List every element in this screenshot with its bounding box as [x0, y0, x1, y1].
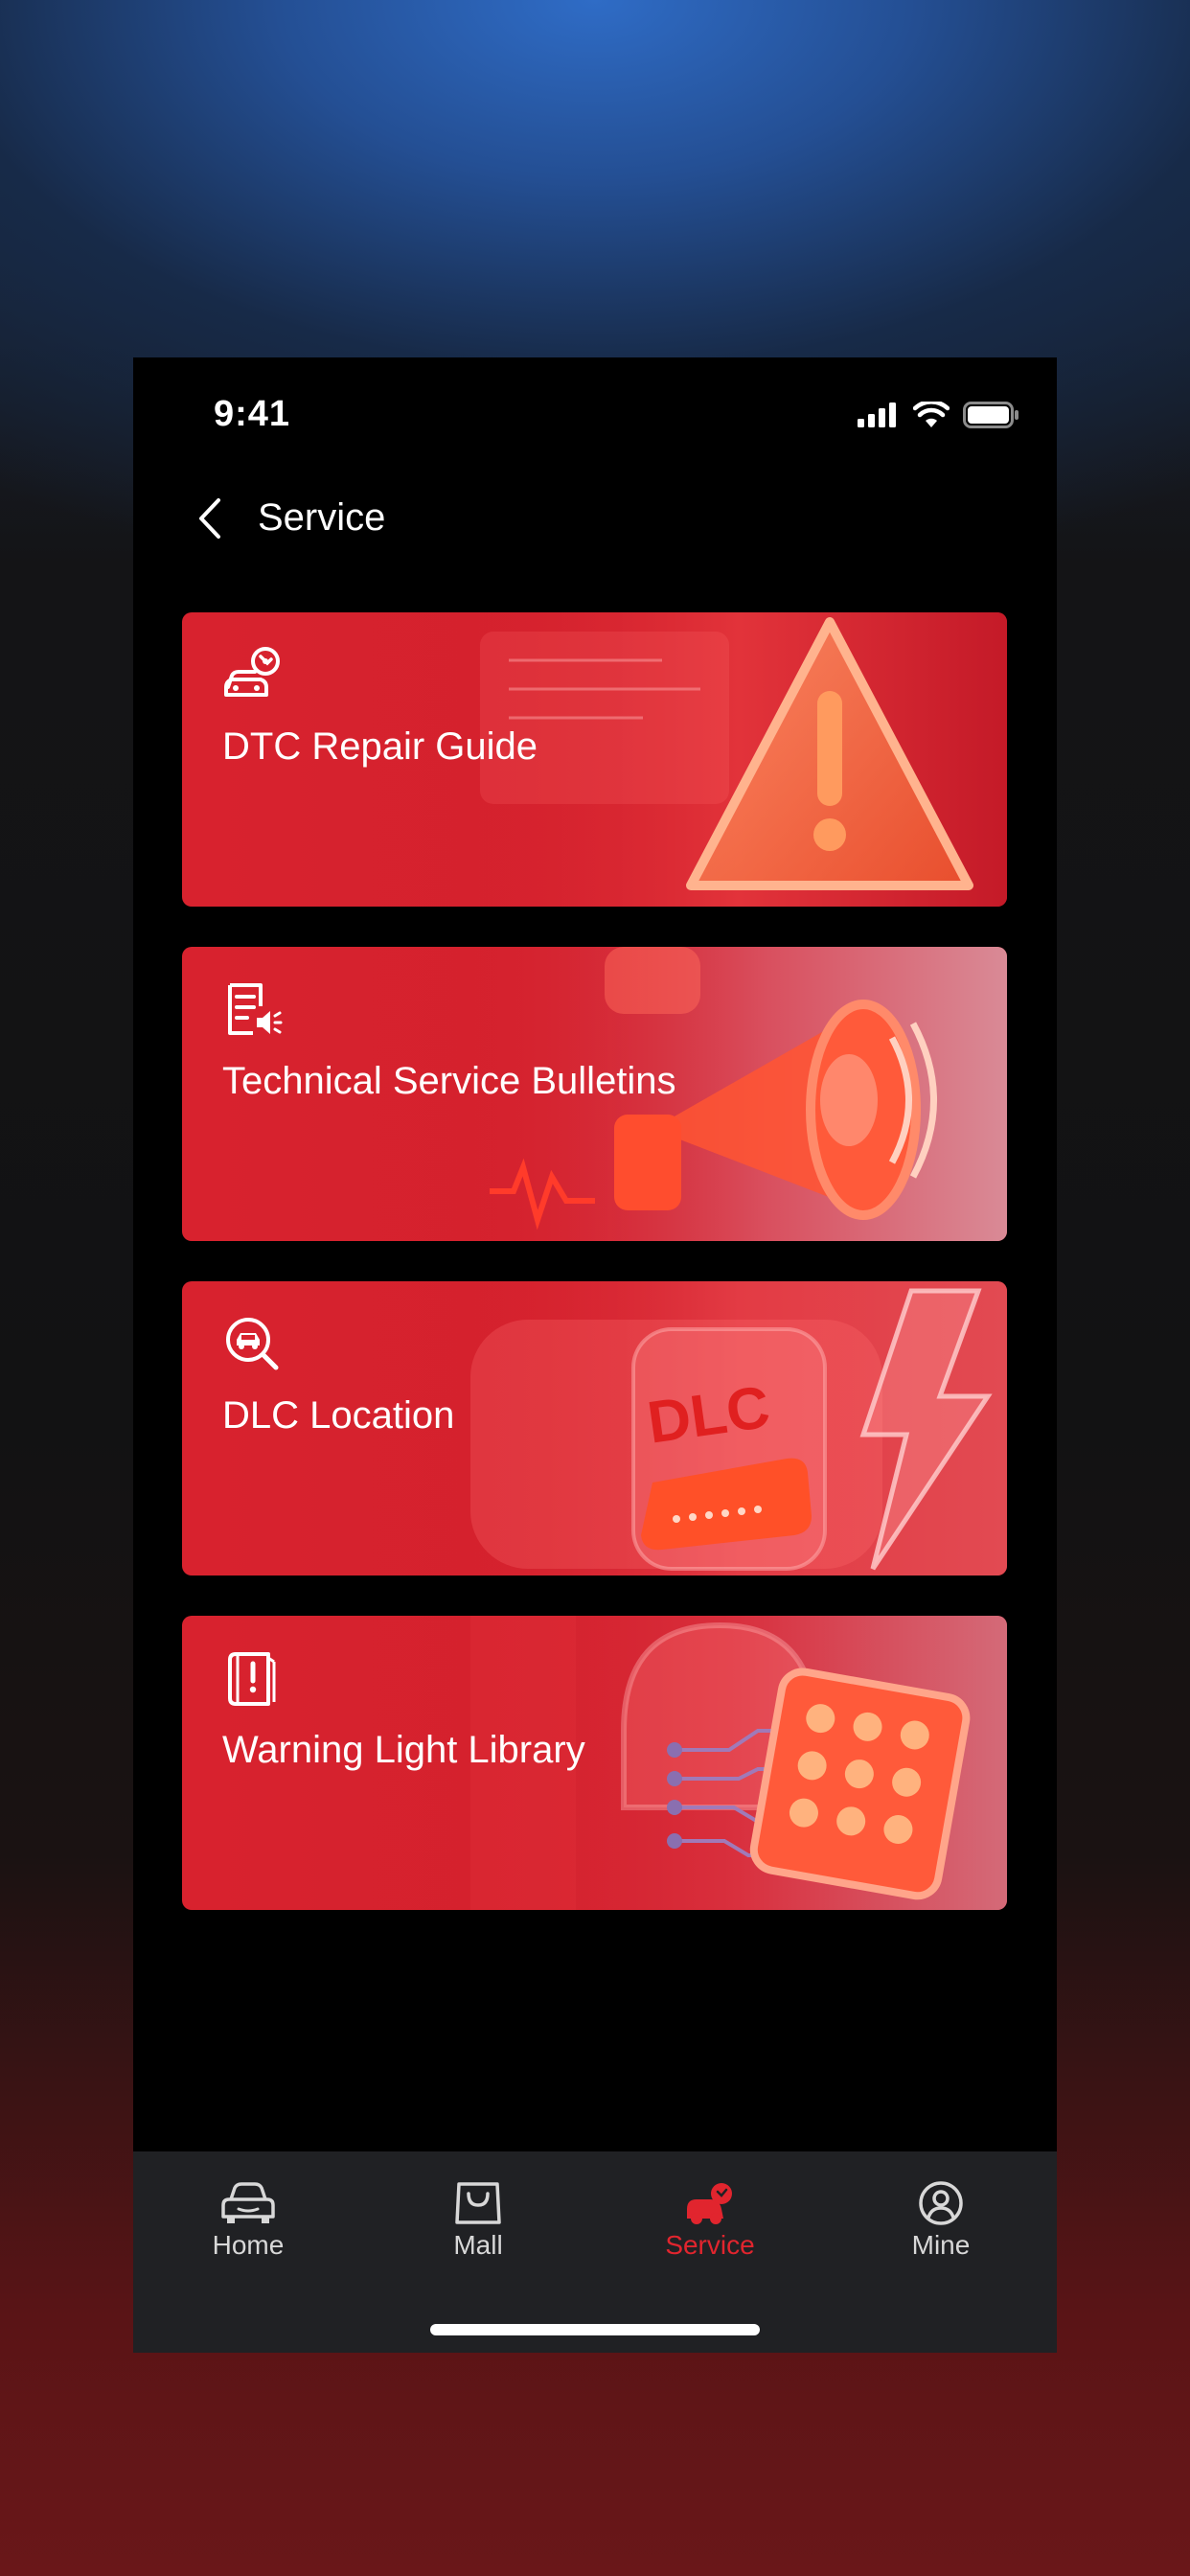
user-icon: [919, 2181, 963, 2225]
page-title: Service: [258, 496, 386, 539]
card-technical-service-bulletins[interactable]: Technical Service Bulletins: [182, 947, 1007, 1241]
back-button[interactable]: [189, 490, 231, 547]
tab-bar: Home Mall Service Mine: [133, 2151, 1057, 2353]
chevron-left-icon: [199, 498, 220, 539]
tab-service[interactable]: Service: [614, 2180, 806, 2286]
warning-triangle-illustration: [470, 612, 1007, 907]
phone-screen: 9:41 Service DTC Repair Guide Technical …: [133, 357, 1057, 2353]
wifi-icon: [913, 402, 950, 427]
tab-mine[interactable]: Mine: [845, 2180, 1037, 2286]
card-warning-light-library[interactable]: Warning Light Library: [182, 1616, 1007, 1910]
tab-label: Service: [665, 2230, 755, 2260]
status-icons: [858, 402, 1020, 428]
tab-home[interactable]: Home: [152, 2180, 344, 2286]
warning-book-icon: [228, 1652, 276, 1706]
battery-icon: [963, 402, 1018, 428]
search-car-icon: [226, 1318, 279, 1370]
service-icon: [687, 2183, 732, 2224]
card-title: Warning Light Library: [222, 1729, 585, 1771]
shopping-bag-icon: [455, 2182, 501, 2224]
card-title: DTC Repair Guide: [222, 725, 538, 768]
card-dlc-location[interactable]: DLC DLC Location: [182, 1281, 1007, 1576]
card-dtc-repair-guide[interactable]: DTC Repair Guide: [182, 612, 1007, 907]
card-title: DLC Location: [222, 1394, 455, 1437]
home-indicator: [430, 2324, 760, 2335]
status-time: 9:41: [214, 394, 291, 434]
bulletin-speaker-icon: [228, 983, 283, 1035]
tab-label: Mine: [911, 2230, 971, 2260]
tab-mall[interactable]: Mall: [382, 2180, 574, 2286]
dlc-connector-illustration: DLC: [470, 1281, 1007, 1576]
car-wrench-icon: [224, 647, 280, 697]
tab-label: Home: [212, 2230, 285, 2260]
tab-label: Mall: [453, 2230, 503, 2260]
signal-icon: [858, 402, 896, 427]
card-title: Technical Service Bulletins: [222, 1060, 676, 1102]
car-icon: [221, 2182, 275, 2223]
